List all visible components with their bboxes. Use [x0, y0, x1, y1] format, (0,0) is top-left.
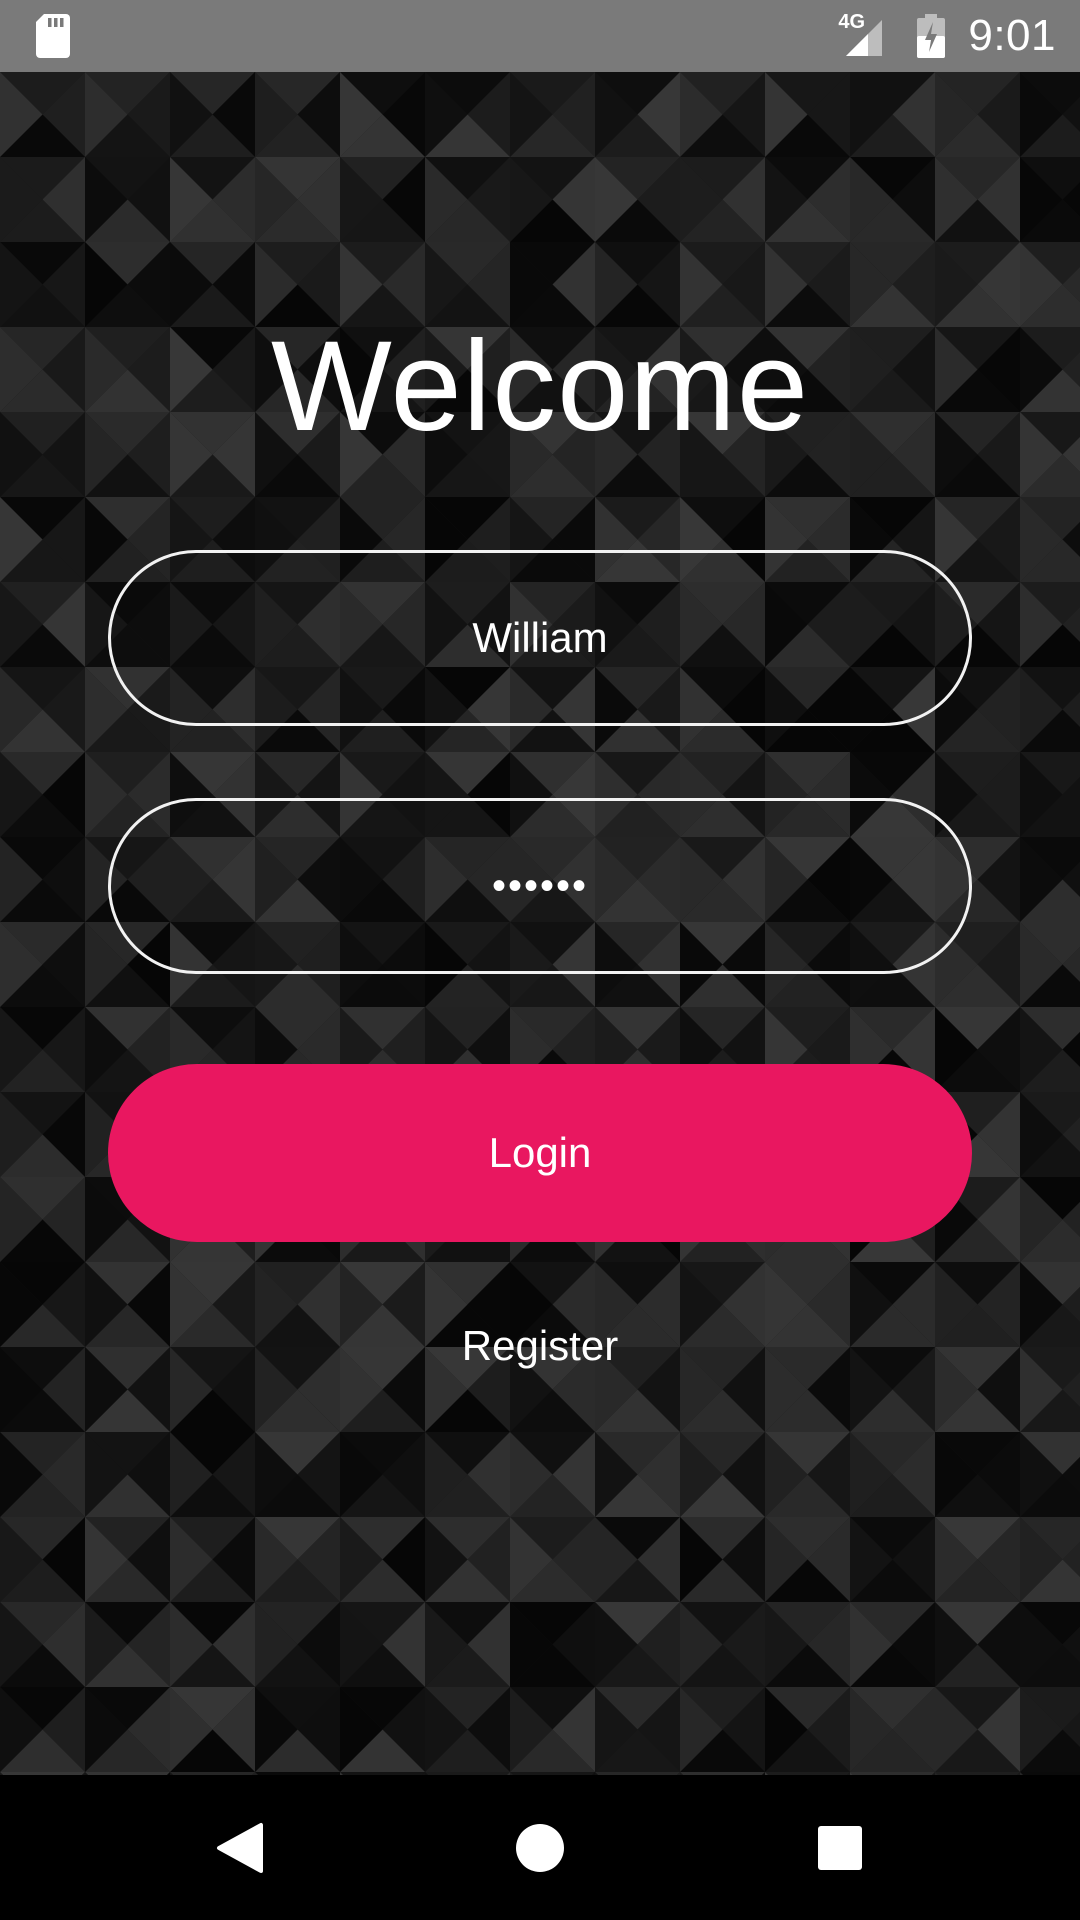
status-icons: 4G 9:01: [838, 0, 1056, 72]
welcome-title: Welcome: [270, 315, 810, 458]
username-field[interactable]: [108, 550, 972, 726]
register-link[interactable]: Register: [0, 1322, 1080, 1370]
recents-icon[interactable]: [805, 1813, 875, 1883]
sd-card-icon: [36, 14, 70, 58]
navigation-bar: [0, 1775, 1080, 1920]
back-icon[interactable]: [205, 1813, 275, 1883]
password-field[interactable]: [108, 798, 972, 974]
home-icon[interactable]: [505, 1813, 575, 1883]
cell-signal-icon: 4G: [838, 12, 894, 58]
status-bar: 4G 9:01: [0, 0, 1080, 72]
clock: 9:01: [968, 11, 1056, 60]
battery-charging-icon: [916, 14, 946, 58]
login-form: Welcome Login Register: [0, 72, 1080, 1775]
login-button[interactable]: Login: [108, 1064, 972, 1242]
login-screen: 4G 9:01 Welcome Logi: [0, 0, 1080, 1920]
